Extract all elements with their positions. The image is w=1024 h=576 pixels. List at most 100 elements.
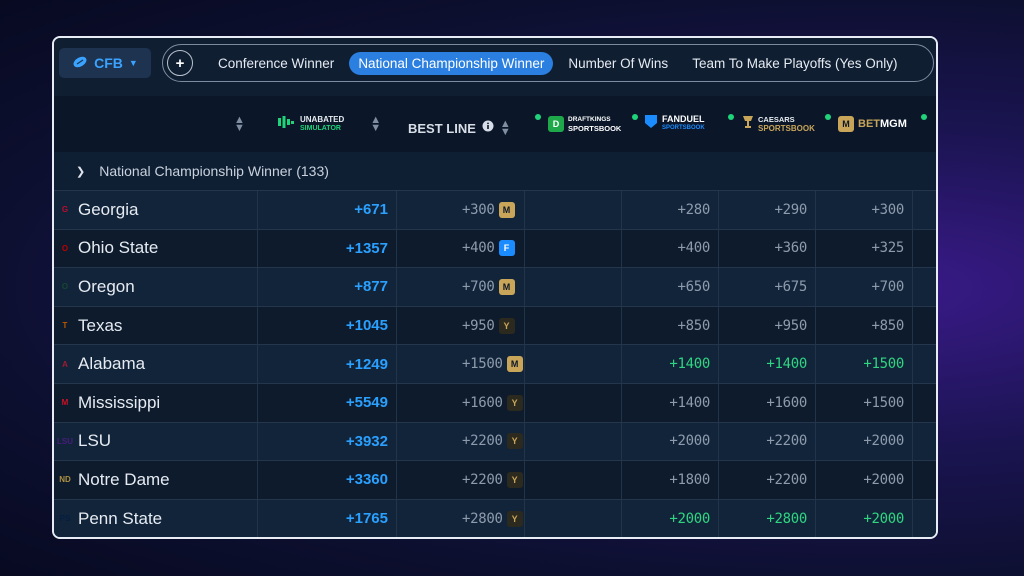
fanduel-odds[interactable]: +280 [677, 191, 710, 229]
caesars-odds[interactable]: +1400 [766, 345, 807, 383]
table-row[interactable]: LSU LSU +3932 +2200 Y +2000 +2200 +2000 [54, 421, 936, 461]
simulator-value: +671 [354, 201, 388, 219]
team-logo-icon: G [61, 205, 69, 215]
simulator-odds[interactable]: +5549 [346, 384, 388, 422]
fanduel-odds[interactable]: +850 [677, 307, 710, 345]
simulator-odds[interactable]: +1765 [346, 500, 388, 537]
odds-value: +280 [677, 201, 710, 218]
best-line-cell[interactable]: +700 M [462, 268, 515, 306]
best-line-cell[interactable]: +2800 Y [462, 500, 523, 537]
fanduel-odds[interactable]: +1400 [669, 345, 710, 383]
tab-conference-winner[interactable]: Conference Winner [209, 52, 343, 75]
simulator-odds[interactable]: +1249 [346, 345, 388, 383]
simulator-value: +1249 [345, 355, 388, 373]
team-cell[interactable]: M Mississippi [56, 384, 161, 422]
caesars-odds[interactable]: +675 [774, 268, 807, 306]
caesars-odds[interactable]: +360 [774, 230, 807, 268]
fanduel-odds[interactable]: +1800 [669, 461, 710, 499]
simulator-title: UNABATED [300, 115, 345, 124]
betmgm-odds[interactable]: +1500 [863, 345, 904, 383]
odds-value: +1400 [669, 356, 710, 373]
caesars-odds[interactable]: +290 [774, 191, 807, 229]
betmgm-odds[interactable]: +850 [871, 307, 904, 345]
team-logo-icon: M [61, 398, 69, 408]
best-line-cell[interactable]: +1600 Y [462, 384, 523, 422]
table-row[interactable]: G Georgia +671 +300 M +280 +290 +300 [54, 190, 936, 229]
betmgm-name-bet: BET [858, 118, 880, 130]
unabated-logo-icon [278, 115, 294, 133]
table-row[interactable]: T Texas +1045 +950 Y +850 +950 +850 [54, 305, 936, 345]
table-row[interactable]: PS Penn State +1765 +2800 Y +2000 +2800 … [54, 498, 936, 537]
caesars-odds[interactable]: +2800 [766, 500, 807, 537]
team-sort-button[interactable]: ▲ ▼ [234, 96, 245, 152]
betmgm-odds[interactable]: +2000 [863, 423, 904, 461]
odds-value: +1600 [766, 394, 807, 411]
team-cell[interactable]: A Alabama [56, 345, 145, 383]
odds-value: +1500 [863, 394, 904, 411]
best-line-cell[interactable]: +2200 Y [462, 423, 523, 461]
fanduel-header[interactable]: FANDUEL SPORTSBOOK [644, 96, 705, 152]
fanduel-odds[interactable]: +1400 [669, 384, 710, 422]
sport-select[interactable]: CFB ▼ [59, 48, 151, 78]
chevron-down-icon[interactable]: ❯ [76, 165, 85, 178]
caesars-odds[interactable]: +2200 [766, 461, 807, 499]
best-line-cell[interactable]: +2200 Y [462, 461, 523, 499]
best-line-cell[interactable]: +400 F [462, 230, 515, 268]
team-cell[interactable]: LSU LSU [56, 423, 111, 461]
team-cell[interactable]: O Ohio State [56, 230, 158, 268]
fanduel-odds[interactable]: +650 [677, 268, 710, 306]
simulator-header[interactable]: UNABATED SIMULATOR ▲ ▼ [278, 96, 381, 152]
best-line-value: +2200 [462, 471, 503, 488]
caesars-odds[interactable]: +2200 [766, 423, 807, 461]
sort-icon: ▲ ▼ [234, 114, 245, 134]
best-line-cell[interactable]: +300 M [462, 191, 515, 229]
table-row[interactable]: M Mississippi +5549 +1600 Y +1400 +1600 … [54, 382, 936, 422]
fanduel-odds[interactable]: +2000 [669, 500, 710, 537]
fanduel-odds[interactable]: +2000 [669, 423, 710, 461]
odds-value: +290 [774, 201, 807, 218]
simulator-odds[interactable]: +1357 [346, 230, 388, 268]
caesars-odds[interactable]: +1600 [766, 384, 807, 422]
tab-number-of-wins[interactable]: Number Of Wins [559, 52, 677, 75]
betmgm-odds[interactable]: +325 [871, 230, 904, 268]
draftkings-header[interactable]: D DRAFTKINGS SPORTSBOOK [548, 96, 621, 152]
simulator-odds[interactable]: +3932 [346, 423, 388, 461]
info-icon[interactable] [482, 119, 494, 137]
simulator-odds[interactable]: +877 [354, 268, 388, 306]
best-line-label: BEST LINE [408, 120, 476, 136]
betmgm-odds[interactable]: +700 [871, 268, 904, 306]
betmgm-odds[interactable]: +2000 [863, 500, 904, 537]
team-logo-icon: O [61, 282, 69, 292]
team-cell[interactable]: ND Notre Dame [56, 461, 170, 499]
tab-team-to-make-playoffs[interactable]: Team To Make Playoffs (Yes Only) [683, 52, 906, 75]
group-row-national-championship[interactable]: ❯ National Championship Winner (133) [54, 152, 936, 190]
simulator-odds[interactable]: +671 [354, 191, 388, 229]
simulator-odds[interactable]: +1045 [346, 307, 388, 345]
table-row[interactable]: O Oregon +877 +700 M +650 +675 +700 [54, 267, 936, 306]
team-cell[interactable]: G Georgia [56, 191, 139, 229]
betmgm-odds[interactable]: +1500 [863, 384, 904, 422]
betmgm-odds[interactable]: +2000 [863, 461, 904, 499]
caesars-odds[interactable]: +950 [774, 307, 807, 345]
draftkings-name: DRAFTKINGS [568, 116, 611, 123]
betmgm-odds[interactable]: +300 [871, 191, 904, 229]
best-line-cell[interactable]: +950 Y [462, 307, 515, 345]
best-line-header[interactable]: BEST LINE ▲ ▼ [408, 100, 511, 156]
caesars-header[interactable]: CAESARS SPORTSBOOK [742, 96, 815, 152]
table-row[interactable]: A Alabama +1249 +1500 M +1400 +1400 +150… [54, 344, 936, 383]
odds-value: +700 [871, 278, 904, 295]
add-market-button[interactable]: + [167, 50, 193, 76]
fanduel-odds[interactable]: +400 [677, 230, 710, 268]
team-cell[interactable]: PS Penn State [56, 500, 162, 537]
team-cell[interactable]: T Texas [56, 307, 123, 345]
team-name: Notre Dame [78, 469, 170, 489]
table-row[interactable]: ND Notre Dame +3360 +2200 Y +1800 +2200 … [54, 460, 936, 499]
tab-national-championship-winner[interactable]: National Championship Winner [349, 51, 554, 75]
simulator-odds[interactable]: +3360 [346, 461, 388, 499]
table-header: ▲ ▼ UNABATED SIMULATOR ▲ ▼ BEST LINE ▲ ▼ D … [54, 96, 936, 152]
fanduel-sub: SPORTSBOOK [662, 125, 705, 131]
best-line-cell[interactable]: +1500 M [462, 345, 523, 383]
betmgm-header[interactable]: M BET MGM [838, 96, 907, 152]
team-cell[interactable]: O Oregon [56, 268, 135, 306]
table-row[interactable]: O Ohio State +1357 +400 F +400 +360 +325 [54, 228, 936, 268]
